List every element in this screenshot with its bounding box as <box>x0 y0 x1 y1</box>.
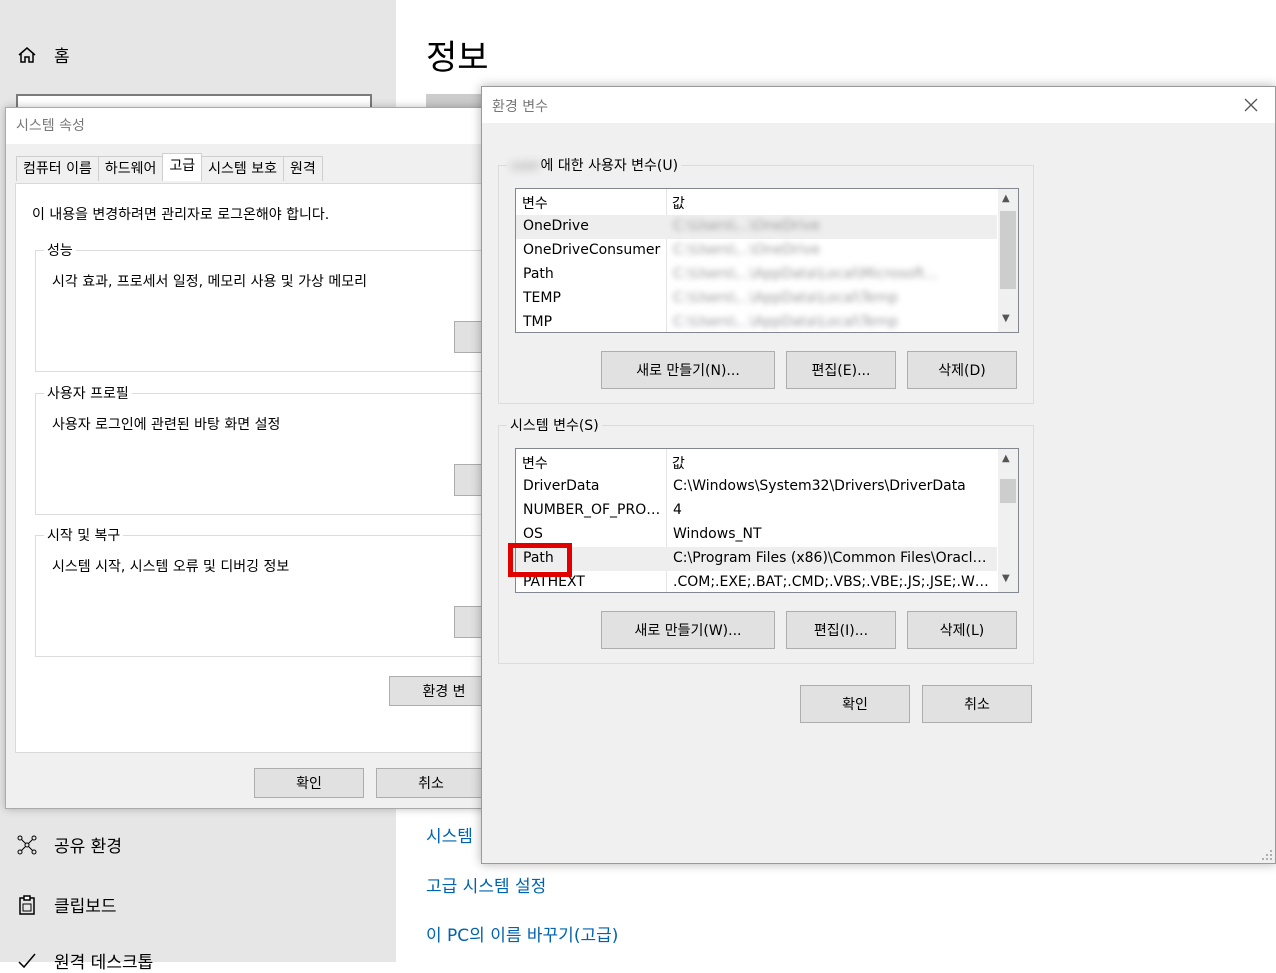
sidebar-item-label: 홈 <box>54 42 70 67</box>
list-item[interactable]: TMP C:\Users\...\AppData\Local\Temp <box>516 311 997 333</box>
dialog-title: 환경 변수 <box>492 96 548 116</box>
dialog-titlebar: 환경 변수 <box>482 87 1275 123</box>
sidebar-item-clipboard[interactable]: 클립보드 <box>16 892 117 917</box>
path-highlight-box <box>508 543 572 577</box>
group-description: 시각 효과, 프로세서 일정, 메모리 사용 및 가상 메모리 <box>52 271 367 291</box>
sidebar-item-shared[interactable]: 공유 환경 <box>16 832 122 857</box>
tab-remote[interactable]: 원격 <box>283 156 323 181</box>
user-variables-list[interactable]: 변수 값 OneDrive C:\Users\...\OneDrive OneD… <box>515 188 1019 333</box>
list-item[interactable]: OS Windows_NT <box>516 523 997 547</box>
tab-strip: 컴퓨터 이름 하드웨어 고급 시스템 보호 원격 <box>16 156 322 181</box>
user-profiles-group: 사용자 프로필 사용자 로그인에 관련된 바탕 화면 설정 <box>35 393 497 515</box>
tab-hardware[interactable]: 하드웨어 <box>98 156 164 181</box>
performance-group: 성능 시각 효과, 프로세서 일정, 메모리 사용 및 가상 메모리 <box>35 250 497 372</box>
user-edit-button[interactable]: 편집(E)... <box>786 351 896 389</box>
tab-computer-name[interactable]: 컴퓨터 이름 <box>16 156 99 181</box>
list-item[interactable]: OneDriveConsumer C:\Users\...\OneDrive <box>516 239 997 263</box>
home-icon <box>16 44 38 66</box>
scroll-down-icon[interactable]: ▼ <box>1002 313 1010 324</box>
system-variables-list[interactable]: 변수 값 DriverData C:\Windows\System32\Driv… <box>515 448 1019 593</box>
tab-advanced[interactable]: 고급 <box>162 153 202 181</box>
ok-button[interactable]: 확인 <box>254 768 364 798</box>
sidebar-item-label: 공유 환경 <box>54 832 122 857</box>
user-variables-group: user에 대한 사용자 변수(U) 변수 값 OneDrive C:\User… <box>498 165 1034 404</box>
list-item[interactable]: NUMBER_OF_PROCESSORS 4 <box>516 499 997 523</box>
scroll-thumb[interactable] <box>1000 479 1016 503</box>
blurred-username: user <box>510 158 541 174</box>
group-description: 시스템 시작, 시스템 오류 및 디버깅 정보 <box>52 556 289 576</box>
startup-recovery-group: 시작 및 복구 시스템 시작, 시스템 오류 및 디버깅 정보 <box>35 535 497 657</box>
system-delete-button[interactable]: 삭제(L) <box>907 611 1017 649</box>
tab-system-protection[interactable]: 시스템 보호 <box>201 156 284 181</box>
system-protection-link[interactable]: 시스템 <box>426 822 473 847</box>
list-header: 변수 값 <box>516 189 997 215</box>
column-header-value[interactable]: 값 <box>672 453 685 473</box>
group-title: 시스템 변수(S) <box>507 415 602 435</box>
system-new-button[interactable]: 새로 만들기(W)... <box>601 611 775 649</box>
group-title: user에 대한 사용자 변수(U) <box>507 155 681 175</box>
group-title: 시작 및 복구 <box>44 525 123 545</box>
admin-note: 이 내용을 변경하려면 관리자로 로그온해야 합니다. <box>32 204 329 224</box>
list-item[interactable]: TEMP C:\Users\...\AppData\Local\Temp <box>516 287 997 311</box>
clipboard-icon <box>16 894 38 916</box>
sidebar-item-remote[interactable]: 원격 데스크톱 <box>16 948 153 973</box>
cancel-button[interactable]: 취소 <box>376 768 486 798</box>
vertical-scrollbar[interactable]: ▲ ▼ <box>998 189 1018 332</box>
system-edit-button[interactable]: 편집(I)... <box>786 611 896 649</box>
list-item[interactable]: Path C:\Users\...\AppData\Local\Microsof… <box>516 263 997 287</box>
vertical-scrollbar[interactable]: ▲ ▼ <box>998 449 1018 592</box>
column-header-value[interactable]: 값 <box>672 193 685 213</box>
environment-variables-dialog: 환경 변수 user에 대한 사용자 변수(U) 변수 값 OneDrive C… <box>481 86 1276 864</box>
column-header-variable[interactable]: 변수 <box>522 193 548 213</box>
resize-grip-icon[interactable] <box>1261 849 1273 861</box>
remote-desktop-icon <box>16 950 38 972</box>
shared-experiences-icon <box>16 834 38 856</box>
list-item[interactable]: OneDrive C:\Users\...\OneDrive <box>516 215 997 239</box>
page-title: 정보 <box>426 30 489 79</box>
scroll-down-icon[interactable]: ▼ <box>1002 573 1010 584</box>
sidebar-item-label: 클립보드 <box>54 892 117 917</box>
sidebar-item-home[interactable]: 홈 <box>16 42 70 67</box>
ok-button[interactable]: 확인 <box>800 685 910 723</box>
user-new-button[interactable]: 새로 만들기(N)... <box>601 351 775 389</box>
group-description: 사용자 로그인에 관련된 바탕 화면 설정 <box>52 414 280 434</box>
list-item[interactable]: PATHEXT .COM;.EXE;.BAT;.CMD;.VBS;.VBE;.J… <box>516 571 997 593</box>
advanced-system-settings-link[interactable]: 고급 시스템 설정 <box>426 872 546 897</box>
list-header: 변수 값 <box>516 449 997 475</box>
system-properties-dialog: 시스템 속성 컴퓨터 이름 하드웨어 고급 시스템 보호 원격 이 내용을 변경… <box>5 107 497 809</box>
group-title: 사용자 프로필 <box>44 383 132 403</box>
rename-pc-link[interactable]: 이 PC의 이름 바꾸기(고급) <box>426 921 618 946</box>
cancel-button[interactable]: 취소 <box>922 685 1032 723</box>
dialog-title: 시스템 속성 <box>6 108 496 144</box>
sidebar-item-label: 원격 데스크톱 <box>54 948 153 973</box>
column-header-variable[interactable]: 변수 <box>522 453 548 473</box>
scroll-thumb[interactable] <box>1000 211 1016 289</box>
group-title: 성능 <box>44 240 76 260</box>
scroll-up-icon[interactable]: ▲ <box>1002 453 1010 464</box>
list-item-path[interactable]: Path C:\Program Files (x86)\Common Files… <box>516 547 997 571</box>
system-variables-group: 시스템 변수(S) 변수 값 DriverData C:\Windows\Sys… <box>498 425 1034 664</box>
scroll-up-icon[interactable]: ▲ <box>1002 193 1010 204</box>
close-icon[interactable] <box>1241 95 1261 115</box>
user-delete-button[interactable]: 삭제(D) <box>907 351 1017 389</box>
list-item[interactable]: DriverData C:\Windows\System32\Drivers\D… <box>516 475 997 499</box>
